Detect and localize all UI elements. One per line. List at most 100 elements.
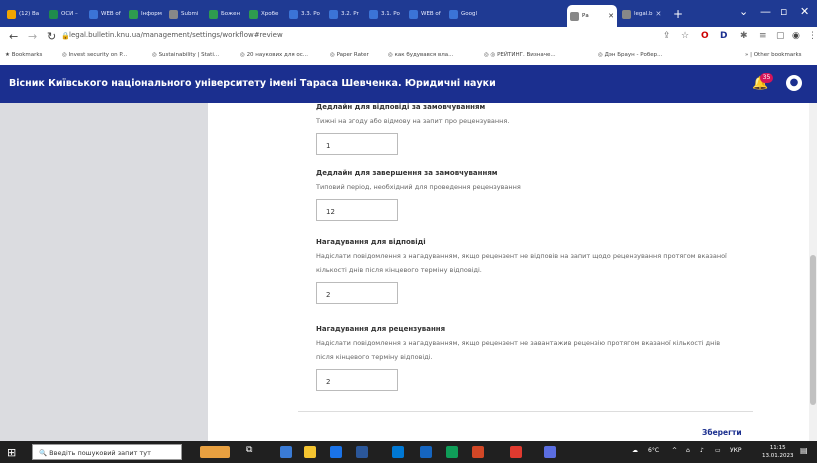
task-view-icon[interactable]: ⧉ (246, 445, 252, 455)
minimize-icon[interactable]: — (760, 5, 771, 18)
powerpoint-taskbar-icon[interactable] (472, 446, 484, 458)
taskbar-app-icon[interactable] (446, 446, 458, 458)
user-account-icon[interactable]: ● (786, 75, 802, 91)
clock-date: 13.01.2023 (762, 453, 794, 459)
reading-list-icon[interactable]: ≡ (759, 31, 767, 41)
browser-tab[interactable]: Хробе (246, 4, 284, 24)
weather-temperature[interactable]: 6°C (648, 447, 659, 454)
search-placeholder: Введіть пошуковий запит тут (49, 449, 151, 457)
bookmark-item[interactable]: ◎ Paper Rater (330, 52, 369, 58)
clock-time: 11:15 (769, 445, 786, 451)
close-tab-icon[interactable]: ✕ (608, 12, 614, 20)
bookmark-item[interactable]: ◎ Sustainability | Stati... (152, 52, 219, 58)
tab-search-chevron-icon[interactable]: ⌄ (739, 5, 748, 18)
browser-tab[interactable]: Інформ (126, 4, 164, 24)
share-icon[interactable]: ⇪ (663, 31, 671, 41)
reload-icon[interactable]: ↻ (47, 30, 56, 43)
bookmark-label: Bookmarks (11, 52, 43, 58)
tab-favicon-icon (409, 9, 418, 19)
scrollbar-thumb[interactable] (810, 255, 816, 405)
browser-tab[interactable]: 3.2. Pr (326, 4, 364, 24)
response-reminder-field: Нагадування для відповіді Надіслати пові… (316, 238, 736, 304)
main-content: Дедлайн для відповіді за замовчуванням Т… (0, 103, 817, 441)
app-header: Вісник Київського національного універси… (0, 65, 817, 103)
tab-favicon-icon (49, 9, 58, 19)
review-completion-deadline-input[interactable]: 12 (316, 199, 398, 221)
windows-taskbar: ⊞ 🔍 Введіть пошуковий запит тут ⧉ ☁ 6°C … (0, 441, 817, 463)
acrobat-taskbar-icon[interactable] (510, 446, 522, 458)
browser-tab[interactable]: Божен (206, 4, 244, 24)
taskbar-search-input[interactable]: 🔍 Введіть пошуковий запит тут (32, 444, 182, 460)
close-window-icon[interactable]: ✕ (800, 5, 809, 18)
review-reminder-input[interactable]: 2 (316, 369, 398, 391)
bookmark-label: как будувався вла... (394, 52, 454, 58)
profile-avatar-icon[interactable]: ◉ (792, 31, 800, 41)
tab-title: WEB of (421, 11, 441, 17)
tab-favicon-icon (329, 9, 338, 19)
bookmark-item[interactable]: ★ Bookmarks (5, 52, 42, 58)
tab-title: Хробе (261, 11, 279, 17)
form-footer-divider (298, 411, 753, 412)
edge-taskbar-icon[interactable] (392, 446, 404, 458)
bookmark-label: РЕЙТИНГ. Визначе... (497, 52, 556, 58)
tab-favicon-icon (169, 9, 178, 19)
browser-tab-active[interactable]: Ра ✕ (567, 5, 617, 27)
journal-title[interactable]: Вісник Київського національного універси… (9, 78, 496, 89)
language-indicator[interactable]: УКР (730, 447, 742, 454)
windows-start-icon[interactable]: ⊞ (7, 446, 16, 459)
taskbar-app-icon[interactable] (544, 446, 556, 458)
battery-icon[interactable]: ▭ (715, 447, 721, 454)
star-icon[interactable]: ☆ (681, 31, 689, 41)
tab-title: ОСИ – (61, 11, 78, 17)
bookmark-label: Sustainability | Stati... (158, 52, 220, 58)
review-response-deadline-input[interactable]: 1 (316, 133, 398, 155)
network-icon[interactable]: ⌂ (686, 447, 690, 454)
taskbar-clock[interactable]: 11:15 13.01.2023 (762, 444, 794, 460)
bookmarks-bar: ★ Bookmarks ◎ Invest security on P... ◎ … (0, 48, 817, 66)
puzzle-extension-icon[interactable]: ✱ (740, 31, 748, 41)
browser-tab[interactable]: Googl (446, 4, 484, 24)
tray-overflow-icon[interactable]: ^ (672, 447, 677, 454)
field-description: Типовий період, необхідний для проведенн… (316, 183, 521, 191)
close-tab-icon[interactable]: ✕ (656, 10, 662, 18)
browser-tab[interactable]: ОСИ – (46, 4, 84, 24)
chrome-taskbar-icon[interactable] (330, 446, 342, 458)
weather-cloud-icon[interactable]: ☁ (632, 447, 638, 454)
url-field[interactable]: legal.bulletin.knu.ua/management/setting… (69, 31, 283, 39)
bookmark-label: Other bookmarks (753, 52, 802, 58)
browser-tab[interactable]: 3.3. Ро (286, 4, 324, 24)
browser-tab[interactable]: (12) Ва (4, 4, 44, 24)
side-panel-icon[interactable]: ▢ (776, 31, 785, 41)
kebab-menu-icon[interactable]: ⋮ (808, 31, 817, 41)
tab-favicon-icon (570, 11, 579, 21)
bookmark-item[interactable]: ◎ ◎ РЕЙТИНГ. Визначе... (484, 52, 556, 58)
save-button[interactable]: Зберегти (702, 428, 742, 437)
new-tab-button[interactable]: + (673, 7, 683, 21)
browser-tab[interactable]: WEB of (86, 4, 124, 24)
response-reminder-input[interactable]: 2 (316, 282, 398, 304)
file-explorer-icon[interactable] (304, 446, 316, 458)
review-reminder-field: Нагадування для рецензування Надіслати п… (316, 325, 736, 391)
word-taskbar-icon[interactable] (356, 446, 368, 458)
taskbar-app-icon[interactable] (420, 446, 432, 458)
taskbar-weather-widget-icon[interactable] (200, 446, 230, 458)
browser-tab[interactable]: Submi (166, 4, 204, 24)
back-arrow-icon[interactable]: ← (9, 30, 18, 43)
bookmark-item[interactable]: ◎ 20 наукових для ос... (240, 52, 308, 58)
bookmark-item[interactable]: ◎ Дэн Браун - Робер... (598, 52, 662, 58)
notification-center-icon[interactable]: ▤ (800, 446, 808, 455)
extension-icon[interactable]: D (720, 31, 727, 41)
maximize-icon[interactable]: ▫ (780, 5, 787, 18)
forward-arrow-icon[interactable]: → (28, 30, 37, 43)
browser-tab[interactable]: WEB of (406, 4, 444, 24)
page-scrollbar[interactable] (809, 103, 817, 441)
taskbar-app-icon[interactable] (280, 446, 292, 458)
volume-icon[interactable]: ♪ (700, 447, 704, 454)
bookmark-item[interactable]: ◎ Invest security on P... (62, 52, 127, 58)
other-bookmarks[interactable]: » | Other bookmarks (745, 52, 802, 58)
bookmark-item[interactable]: ◎ как будувався вла... (388, 52, 453, 58)
browser-tab[interactable]: legal.b ✕ (619, 4, 664, 24)
field-description: Надіслати повідомлення з нагадуванням, я… (316, 339, 721, 361)
browser-tab[interactable]: 3.1. Ро (366, 4, 404, 24)
opera-extension-icon[interactable]: O (701, 31, 709, 41)
